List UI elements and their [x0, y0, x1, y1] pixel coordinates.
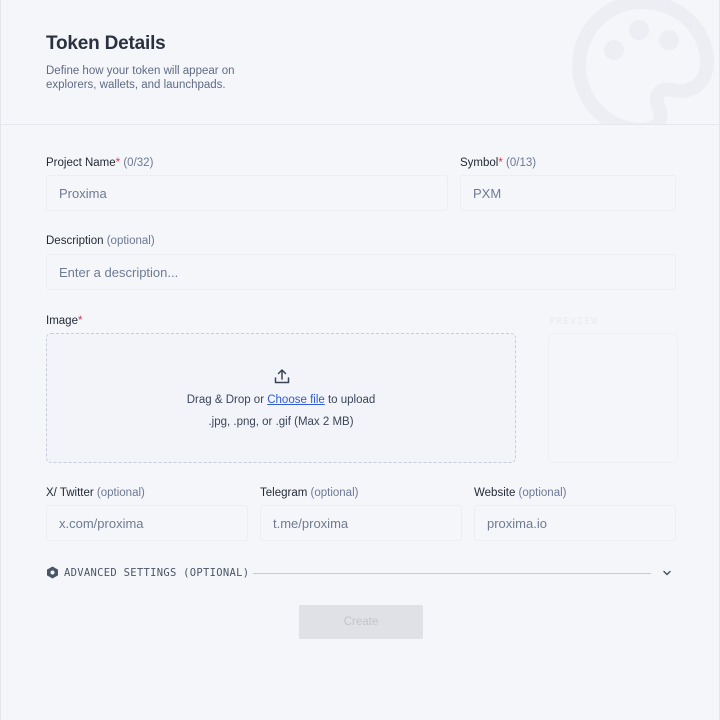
- advanced-settings-toggle[interactable]: ADVANCED SETTINGS (OPTIONAL): [46, 565, 676, 581]
- website-input[interactable]: [474, 505, 676, 541]
- palette-icon: [571, 0, 715, 124]
- page-title: Token Details: [46, 33, 166, 54]
- page-subtitle: Define how your token will appear on exp…: [46, 65, 235, 91]
- project-name-label: Project Name* (0/32): [46, 157, 154, 169]
- card-header: Token Details Define how your token will…: [1, 0, 720, 125]
- symbol-input[interactable]: [460, 175, 676, 211]
- symbol-label: Symbol* (0/13): [460, 157, 537, 169]
- advanced-settings-label: ADVANCED SETTINGS (OPTIONAL): [64, 567, 250, 579]
- description-label: Description (optional): [46, 235, 155, 247]
- create-button[interactable]: Create: [299, 605, 423, 639]
- upload-icon: [274, 369, 290, 384]
- advanced-divider: [253, 573, 651, 574]
- telegram-label: Telegram (optional): [260, 487, 359, 499]
- dropzone-formats: .jpg, .png, or .gif (Max 2 MB): [208, 416, 354, 428]
- telegram-input[interactable]: [260, 505, 462, 541]
- image-label: Image*: [46, 315, 83, 327]
- project-name-input[interactable]: [46, 175, 448, 211]
- dropzone-instructions: Drag & Drop or Choose file to upload: [186, 394, 376, 406]
- chevron-down-icon: [663, 570, 671, 576]
- website-label: Website (optional): [474, 487, 567, 499]
- choose-file-link[interactable]: Choose file: [267, 394, 325, 406]
- token-details-card: Token Details Define how your token will…: [0, 0, 720, 720]
- description-input[interactable]: [46, 254, 676, 290]
- hexagon-icon: [47, 566, 58, 579]
- image-preview: [548, 333, 678, 463]
- twitter-label: X/ Twitter (optional): [46, 487, 145, 499]
- twitter-input[interactable]: [46, 505, 248, 541]
- preview-label: PREVIEW: [549, 316, 599, 327]
- image-dropzone[interactable]: Drag & Drop or Choose file to upload .jp…: [46, 333, 516, 463]
